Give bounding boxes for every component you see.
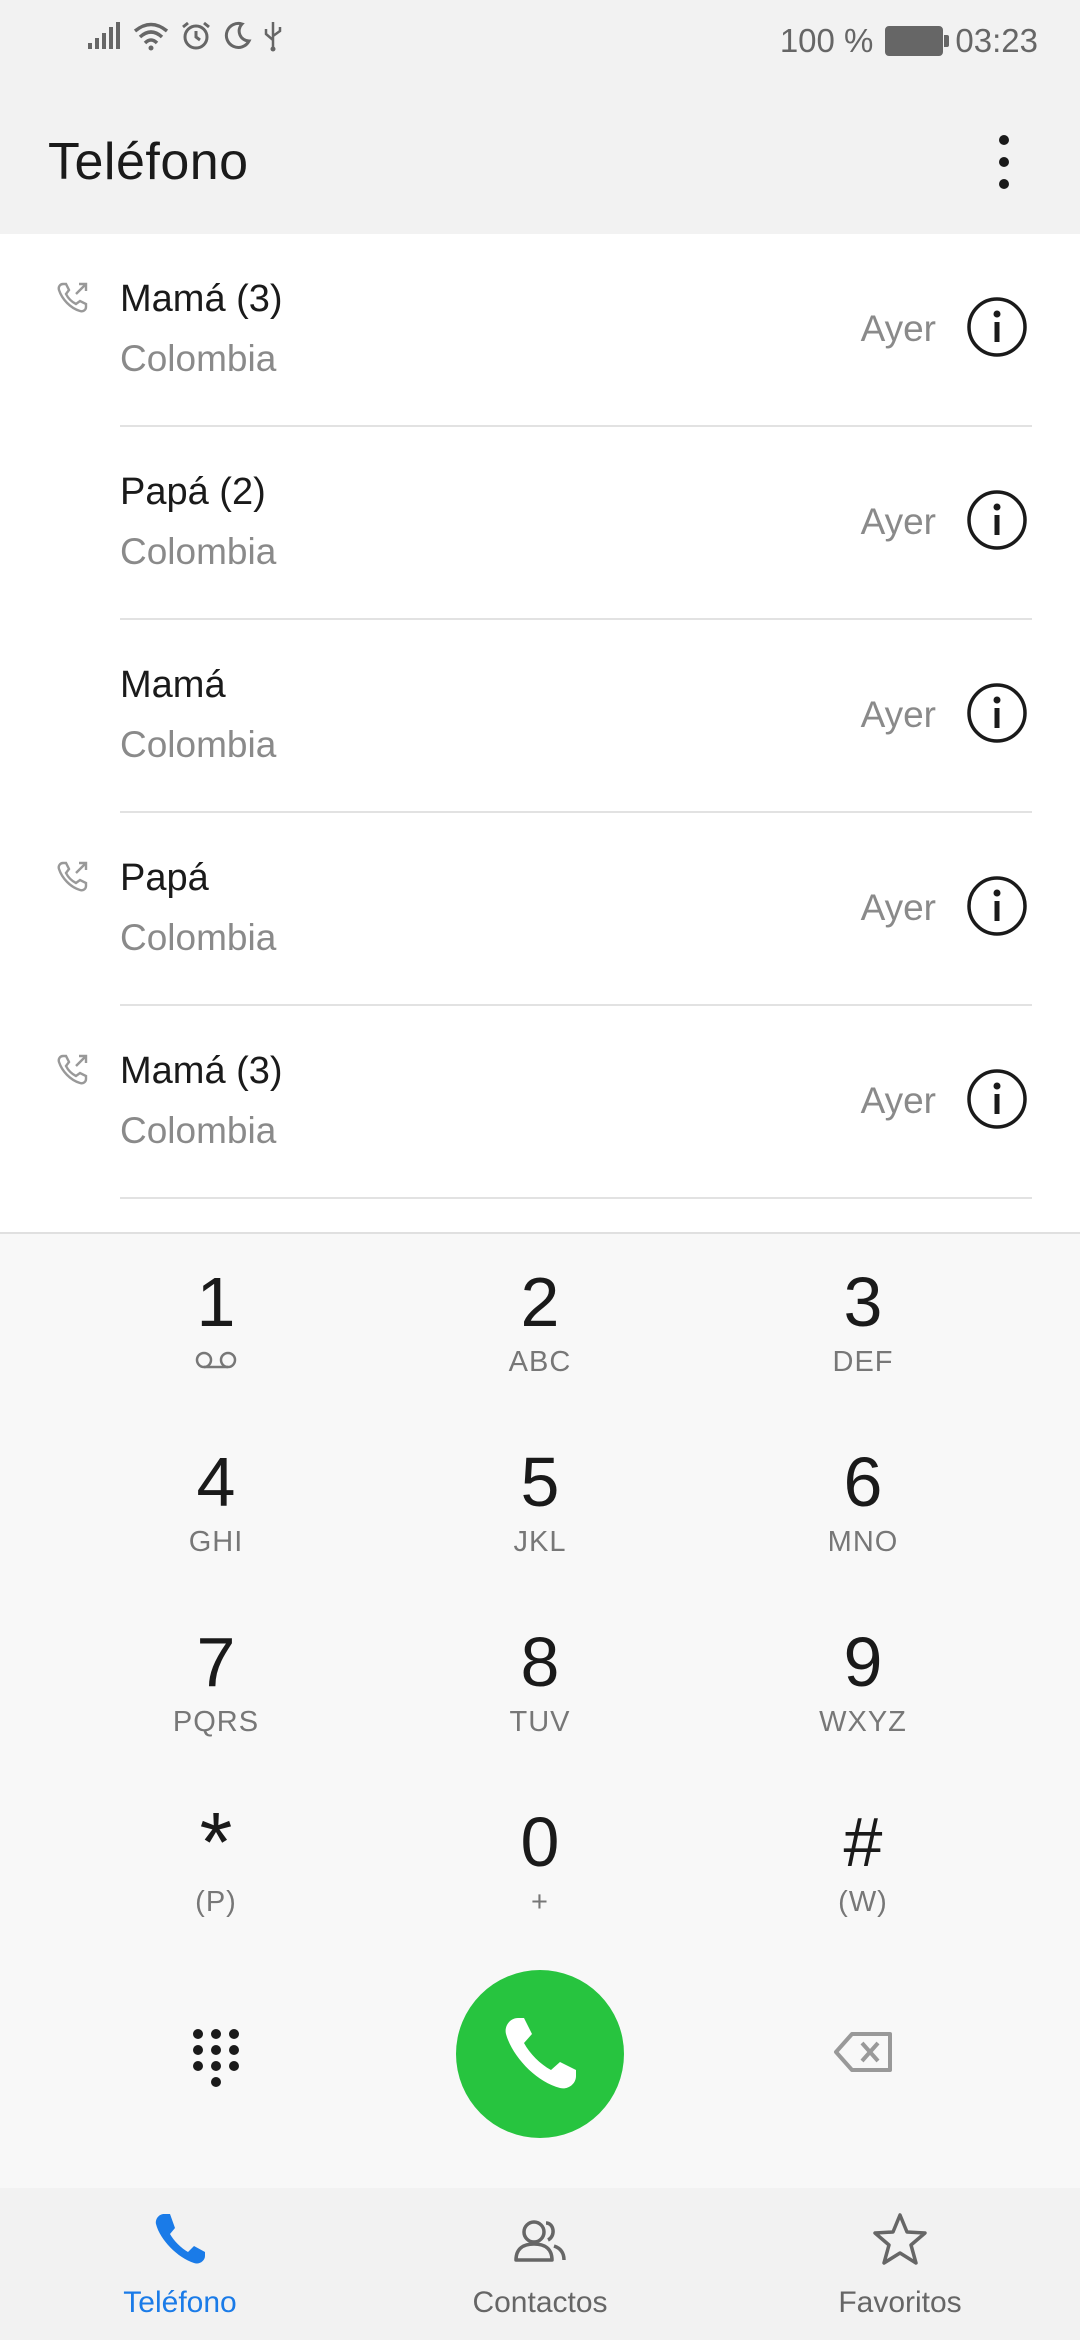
more-vert-icon [999,135,1009,145]
call-log-row[interactable]: Papá (2) Colombia Ayer [0,427,1080,620]
call-location: Colombia [120,917,277,958]
battery-charging-icon [885,26,950,56]
key-digit: 0 [520,1803,560,1881]
key-digit: 1 [196,1263,236,1341]
dialpad: 1 2 ABC 3 DEF 4 GHI 5 JKL 6 MNO 7 PQRS 8… [0,1232,1080,2190]
tab-label: Favoritos [838,2286,962,2319]
contact-name: Mamá [120,664,226,706]
key-digit: 4 [196,1443,236,1521]
key-digit: # [843,1803,883,1881]
info-icon[interactable] [966,1068,1028,1130]
key-digit: 8 [520,1623,560,1701]
key-digit: 5 [520,1443,560,1521]
voicemail-icon [195,1351,237,1369]
call-time: Ayer [860,887,936,928]
dial-key-star[interactable]: * (P) [66,1774,366,1944]
divider [120,1197,1032,1199]
contact-name: Papá (2) [120,471,266,513]
status-right: 100 % 03:23 [780,22,1038,60]
status-icons [86,20,284,52]
contacts-icon [514,2220,566,2262]
phone-icon [505,2018,576,2089]
contact-name: Mamá (3) [120,278,283,320]
key-letters: DEF [832,1346,894,1378]
key-letters: WXYZ [819,1706,907,1738]
page-title: Teléfono [48,133,249,191]
tab-contactos[interactable]: Contactos [360,2188,720,2340]
dial-key-9[interactable]: 9 WXYZ [713,1594,1013,1764]
star-icon [873,2213,927,2265]
key-digit: 9 [843,1623,883,1701]
outgoing-call-icon [57,861,88,892]
call-location: Colombia [120,338,277,379]
call-log-row[interactable]: Mamá Colombia Ayer [0,620,1080,813]
tab-favoritos[interactable]: Favoritos [720,2188,1080,2340]
key-digit: 2 [520,1263,560,1341]
key-digit: 7 [196,1623,236,1701]
phone-icon [155,2214,205,2264]
call-location: Colombia [120,724,277,765]
key-digit: * [199,1795,233,1889]
key-letters: (W) [838,1886,888,1918]
info-icon[interactable] [966,489,1028,551]
info-icon[interactable] [966,875,1028,937]
dial-key-3[interactable]: 3 DEF [713,1234,1013,1404]
tab-label: Teléfono [123,2286,237,2319]
dial-key-5[interactable]: 5 JKL [390,1414,690,1584]
key-letters: GHI [188,1526,244,1558]
dialpad-actions [0,1970,1080,2150]
signal-icon [88,22,120,49]
call-time: Ayer [860,501,936,542]
call-log-row[interactable]: Mamá (3) Colombia Ayer [0,1006,1080,1199]
info-icon[interactable] [966,296,1028,358]
alarm-icon [182,21,210,50]
call-log-row[interactable]: Papá Colombia Ayer [0,813,1080,1006]
tab-telefono[interactable]: Teléfono [0,2188,360,2340]
hide-dialpad-icon[interactable] [166,2006,266,2106]
dial-key-1[interactable]: 1 [66,1234,366,1404]
call-time: Ayer [860,308,936,349]
app-bar: Teléfono [0,92,1080,234]
wifi-icon [133,22,169,51]
call-time: Ayer [860,694,936,735]
call-log-list: Mamá (3) Colombia Ayer Papá (2) Colombia… [0,234,1080,1232]
call-button[interactable] [456,1970,624,2138]
backspace-icon[interactable] [828,2016,900,2088]
dial-key-hash[interactable]: # (W) [713,1774,1013,1944]
key-letters: + [531,1886,549,1918]
call-log-row[interactable]: Mamá (3) Colombia Ayer [0,234,1080,427]
outgoing-call-icon [57,1054,88,1085]
key-digit: 3 [843,1263,883,1341]
dial-key-6[interactable]: 6 MNO [713,1414,1013,1584]
outgoing-call-icon [57,282,88,313]
key-digit: 6 [843,1443,883,1521]
key-letters: TUV [509,1706,571,1738]
usb-icon [264,22,282,52]
contact-name: Mamá (3) [120,1050,283,1092]
contact-name: Papá [120,857,209,899]
do-not-disturb-moon-icon [224,21,252,49]
call-location: Colombia [120,531,277,572]
dial-key-7[interactable]: 7 PQRS [66,1594,366,1764]
status-bar: 100 % 03:23 [0,0,1080,92]
more-options-button[interactable] [968,122,1040,202]
key-letters: JKL [513,1526,567,1558]
info-icon[interactable] [966,682,1028,744]
key-letters: ABC [508,1346,572,1378]
dial-key-2[interactable]: 2 ABC [390,1234,690,1404]
key-letters: (P) [195,1886,237,1918]
call-location: Colombia [120,1110,277,1151]
dial-key-0[interactable]: 0 + [390,1774,690,1944]
tab-label: Contactos [472,2286,608,2319]
dial-key-4[interactable]: 4 GHI [66,1414,366,1584]
call-time: Ayer [860,1080,936,1121]
key-letters: PQRS [172,1706,260,1738]
bottom-navigation: Teléfono Contactos Favoritos [0,2188,1080,2340]
clock: 03:23 [955,22,1038,59]
battery-percent: 100 % [779,22,874,59]
dial-key-8[interactable]: 8 TUV [390,1594,690,1764]
key-letters: MNO [827,1526,899,1558]
